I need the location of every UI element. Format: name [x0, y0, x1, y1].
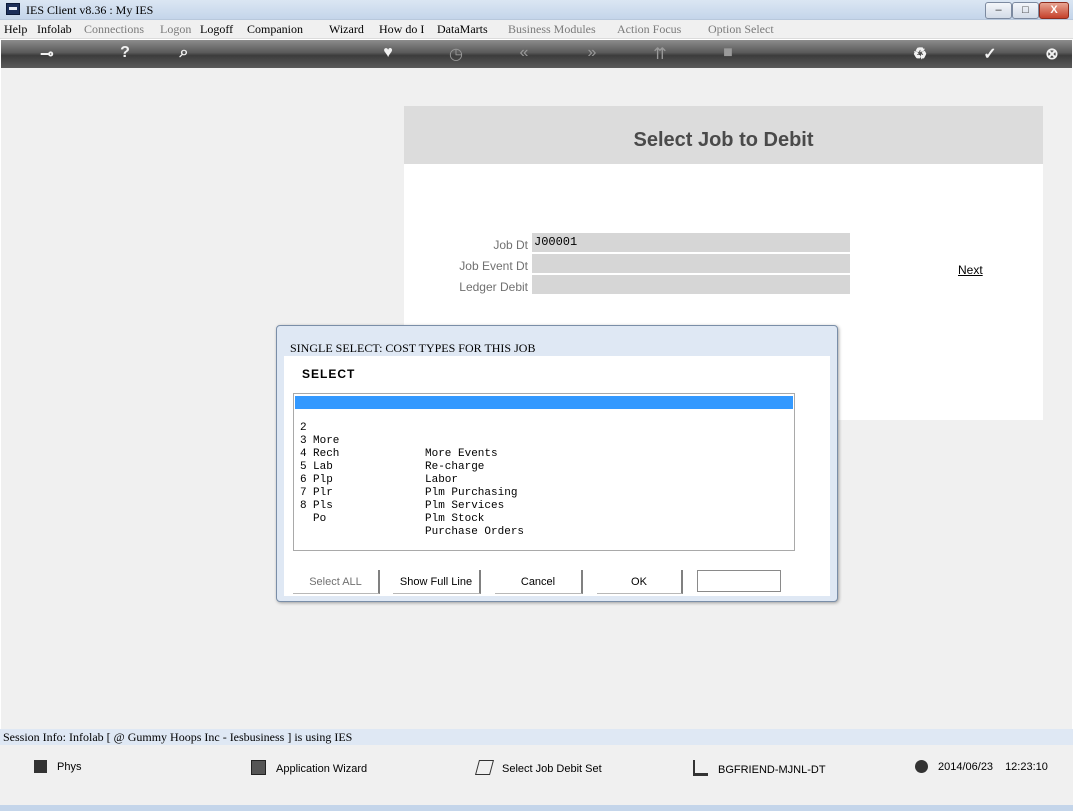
close-icon[interactable]: ⊗ — [1039, 44, 1065, 64]
cost-type-list[interactable]: 1 Any Any **** 2 More More Events 3 Rech… — [293, 393, 795, 551]
row-number: 8 — [300, 500, 307, 512]
clock-icon — [915, 760, 928, 773]
status-debit-set-label: Select Job Debit Set — [502, 763, 602, 775]
cancel-button[interactable]: Cancel — [495, 570, 583, 594]
status-wizard-label: Application Wizard — [276, 763, 368, 775]
status-application-wizard[interactable]: Application Wizard — [251, 760, 367, 775]
title-bar — [0, 0, 1073, 20]
row-description: Plm Services — [425, 500, 505, 512]
list-item[interactable]: 3 Rech Re-charge — [295, 422, 793, 473]
select-all-button[interactable]: Select ALL — [293, 570, 380, 594]
list-item[interactable]: 4 Lab Labor — [295, 435, 793, 486]
menu-infolab[interactable]: Infolab — [37, 22, 72, 37]
list-item[interactable]: 2 More More Events — [295, 409, 793, 460]
document-icon — [34, 760, 47, 773]
app-icon[interactable] — [6, 3, 20, 15]
clock-icon[interactable]: ◷ — [443, 44, 469, 64]
row-description: Purchase Orders — [425, 526, 525, 538]
toolbar: ⊸ ? ⌕ ♥ ◷ « » ⇈ ■ ♻ ✓ ⊗ — [1, 40, 1072, 68]
menu-option-select[interactable]: Option Select — [708, 22, 774, 37]
status-phys[interactable]: Phys — [34, 760, 81, 773]
dialog-input-field[interactable] — [697, 570, 781, 592]
menu-wizard[interactable]: Wizard — [329, 22, 364, 37]
filter-icon[interactable]: ⇈ — [647, 44, 673, 64]
check-icon[interactable]: ✓ — [977, 44, 1003, 64]
menu-connections[interactable]: Connections — [84, 22, 144, 37]
recycle-icon[interactable]: ♻ — [907, 44, 933, 64]
list-item[interactable]: 7 Pls Plm Stock — [295, 474, 793, 525]
dialog-title: SINGLE SELECT: COST TYPES FOR THIS JOB — [290, 341, 536, 355]
page-title: Select Job to Debit — [633, 129, 814, 151]
job-dt-field[interactable]: J00001 — [532, 233, 850, 252]
show-full-line-button[interactable]: Show Full Line — [393, 570, 481, 594]
stop-icon[interactable]: ■ — [715, 44, 741, 62]
ledger-debit-field[interactable] — [532, 275, 850, 294]
minimize-button[interactable]: – — [985, 2, 1012, 19]
menu-logon[interactable]: Logon — [160, 22, 191, 37]
job-event-dt-field[interactable] — [532, 254, 850, 273]
job-event-dt-label: Job Event Dt — [459, 259, 528, 273]
menu-companion[interactable]: Companion — [247, 22, 303, 37]
session-info: Session Info: Infolab [ @ Gummy Hoops In… — [0, 729, 1073, 745]
status-debit-set[interactable]: Select Job Debit Set — [474, 760, 602, 775]
heart-icon[interactable]: ♥ — [375, 44, 401, 62]
status-time: 12:23:10 — [1005, 761, 1048, 773]
computer-icon — [693, 760, 708, 776]
ok-button[interactable]: OK — [597, 570, 683, 594]
help-icon[interactable]: ? — [112, 44, 138, 62]
menu-datamarts[interactable]: DataMarts — [437, 22, 488, 37]
status-date: 2014/06/23 — [938, 761, 994, 773]
wizard-icon — [251, 760, 266, 775]
status-host: BGFRIEND-MJNL-DT — [693, 760, 826, 776]
job-dt-label: Job Dt — [493, 238, 528, 252]
list-item[interactable]: 6 Plr Plm Services — [295, 461, 793, 512]
maximize-button[interactable]: □ — [1012, 2, 1039, 19]
print-icon — [474, 760, 495, 775]
next-link[interactable]: Next — [958, 263, 983, 277]
search-icon[interactable]: ⌕ — [171, 44, 197, 62]
menu-business-modules[interactable]: Business Modules — [508, 22, 596, 37]
status-datetime: 2014/06/23 12:23:10 — [915, 760, 1048, 773]
list-item[interactable]: 5 Plp Plm Purchasing — [295, 448, 793, 499]
window-title: IES Client v8.36 : My IES — [26, 3, 154, 17]
close-window-button[interactable]: X — [1039, 2, 1069, 19]
menu-how-do-i[interactable]: How do I — [379, 22, 424, 37]
window-frame-bottom — [0, 805, 1073, 811]
row-description: Plm Stock — [425, 513, 485, 525]
menu-action-focus[interactable]: Action Focus — [617, 22, 681, 37]
status-phys-label: Phys — [57, 761, 82, 773]
status-host-label: BGFRIEND-MJNL-DT — [718, 764, 826, 776]
key-icon[interactable]: ⊸ — [34, 44, 60, 64]
back-icon[interactable]: « — [511, 44, 537, 62]
select-heading: SELECT — [302, 367, 356, 381]
list-item[interactable]: 1 Any Any **** — [295, 396, 793, 447]
row-code: Po — [313, 513, 327, 525]
menu-bar: Help Infolab Connections Logon Logoff Co… — [0, 20, 1073, 39]
ledger-debit-label: Ledger Debit — [459, 280, 528, 294]
list-item[interactable]: 8 Po Purchase Orders — [295, 487, 793, 538]
menu-help[interactable]: Help — [4, 22, 27, 37]
status-bar — [0, 745, 1073, 805]
menu-logoff[interactable]: Logoff — [200, 22, 233, 37]
forward-icon[interactable]: » — [579, 44, 605, 62]
